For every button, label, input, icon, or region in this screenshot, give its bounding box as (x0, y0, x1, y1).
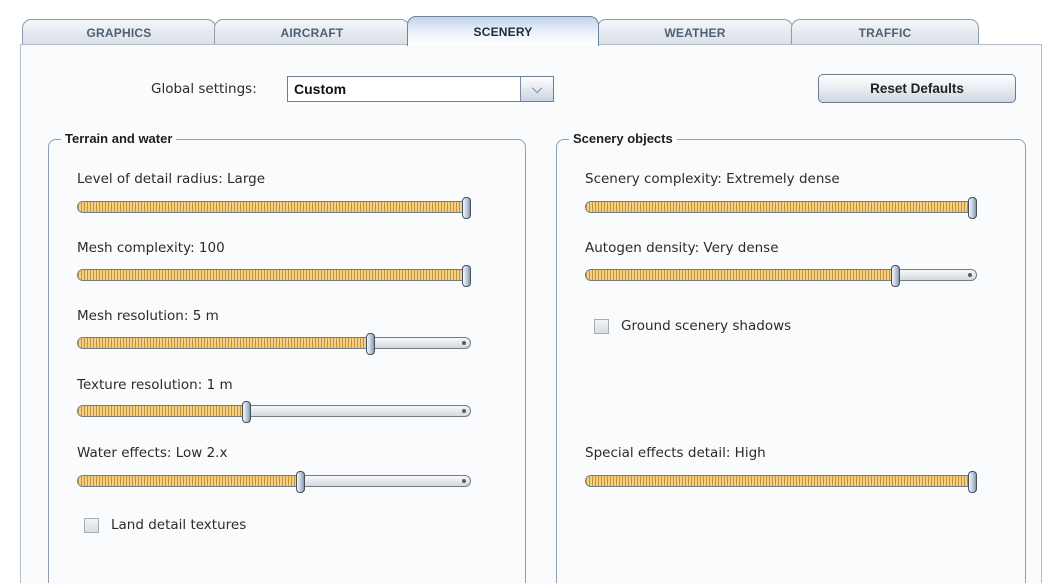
texture-resolution-label: Texture resolution: 1 m (77, 377, 233, 393)
autogen-density-slider[interactable] (585, 265, 977, 287)
terrain-water-title: Terrain and water (61, 131, 177, 146)
slider-thumb[interactable] (968, 197, 977, 219)
mesh-complexity-label: Mesh complexity: 100 (77, 240, 225, 256)
global-settings-dropdown[interactable]: Custom ⌵ (287, 76, 554, 102)
lod-radius-slider[interactable] (77, 197, 471, 219)
reset-defaults-button[interactable]: Reset Defaults (818, 74, 1016, 103)
special-effects-label: Special effects detail: High (585, 445, 766, 461)
tab-graphics[interactable]: GRAPHICS (22, 19, 216, 45)
mesh-resolution-slider[interactable] (77, 333, 471, 355)
scenery-complexity-label: Scenery complexity: Extremely dense (585, 171, 840, 187)
slider-thumb[interactable] (366, 333, 375, 355)
water-effects-slider[interactable] (77, 471, 471, 493)
slider-thumb[interactable] (242, 401, 251, 423)
ground-scenery-shadows-checkbox[interactable] (594, 319, 609, 334)
texture-resolution-slider[interactable] (77, 401, 471, 423)
autogen-density-label: Autogen density: Very dense (585, 240, 779, 256)
scenery-objects-title: Scenery objects (569, 131, 677, 146)
mesh-resolution-label: Mesh resolution: 5 m (77, 308, 219, 324)
lod-radius-label: Level of detail radius: Large (77, 171, 266, 187)
mesh-complexity-slider[interactable] (77, 265, 471, 287)
slider-thumb[interactable] (968, 471, 977, 493)
tab-weather[interactable]: WEATHER (597, 19, 793, 45)
slider-thumb[interactable] (891, 265, 900, 287)
special-effects-slider[interactable] (585, 471, 977, 493)
global-settings-value: Custom (294, 81, 347, 97)
global-settings-label: Global settings: (151, 81, 257, 97)
tab-bar: GRAPHICS AIRCRAFT SCENERY WEATHER TRAFFI… (22, 16, 1012, 46)
land-detail-textures-checkbox[interactable] (84, 518, 99, 533)
slider-thumb[interactable] (462, 197, 471, 219)
water-effects-label: Water effects: Low 2.x (77, 445, 228, 461)
chevron-down-icon[interactable]: ⌵ (520, 77, 553, 101)
ground-scenery-shadows-label: Ground scenery shadows (621, 318, 792, 334)
scenery-complexity-slider[interactable] (585, 197, 977, 219)
tab-traffic[interactable]: TRAFFIC (791, 19, 979, 45)
slider-thumb[interactable] (462, 265, 471, 287)
tab-scenery[interactable]: SCENERY (407, 16, 599, 46)
land-detail-textures-label: Land detail textures (111, 517, 247, 533)
slider-thumb[interactable] (296, 471, 305, 493)
tab-aircraft[interactable]: AIRCRAFT (214, 19, 410, 45)
